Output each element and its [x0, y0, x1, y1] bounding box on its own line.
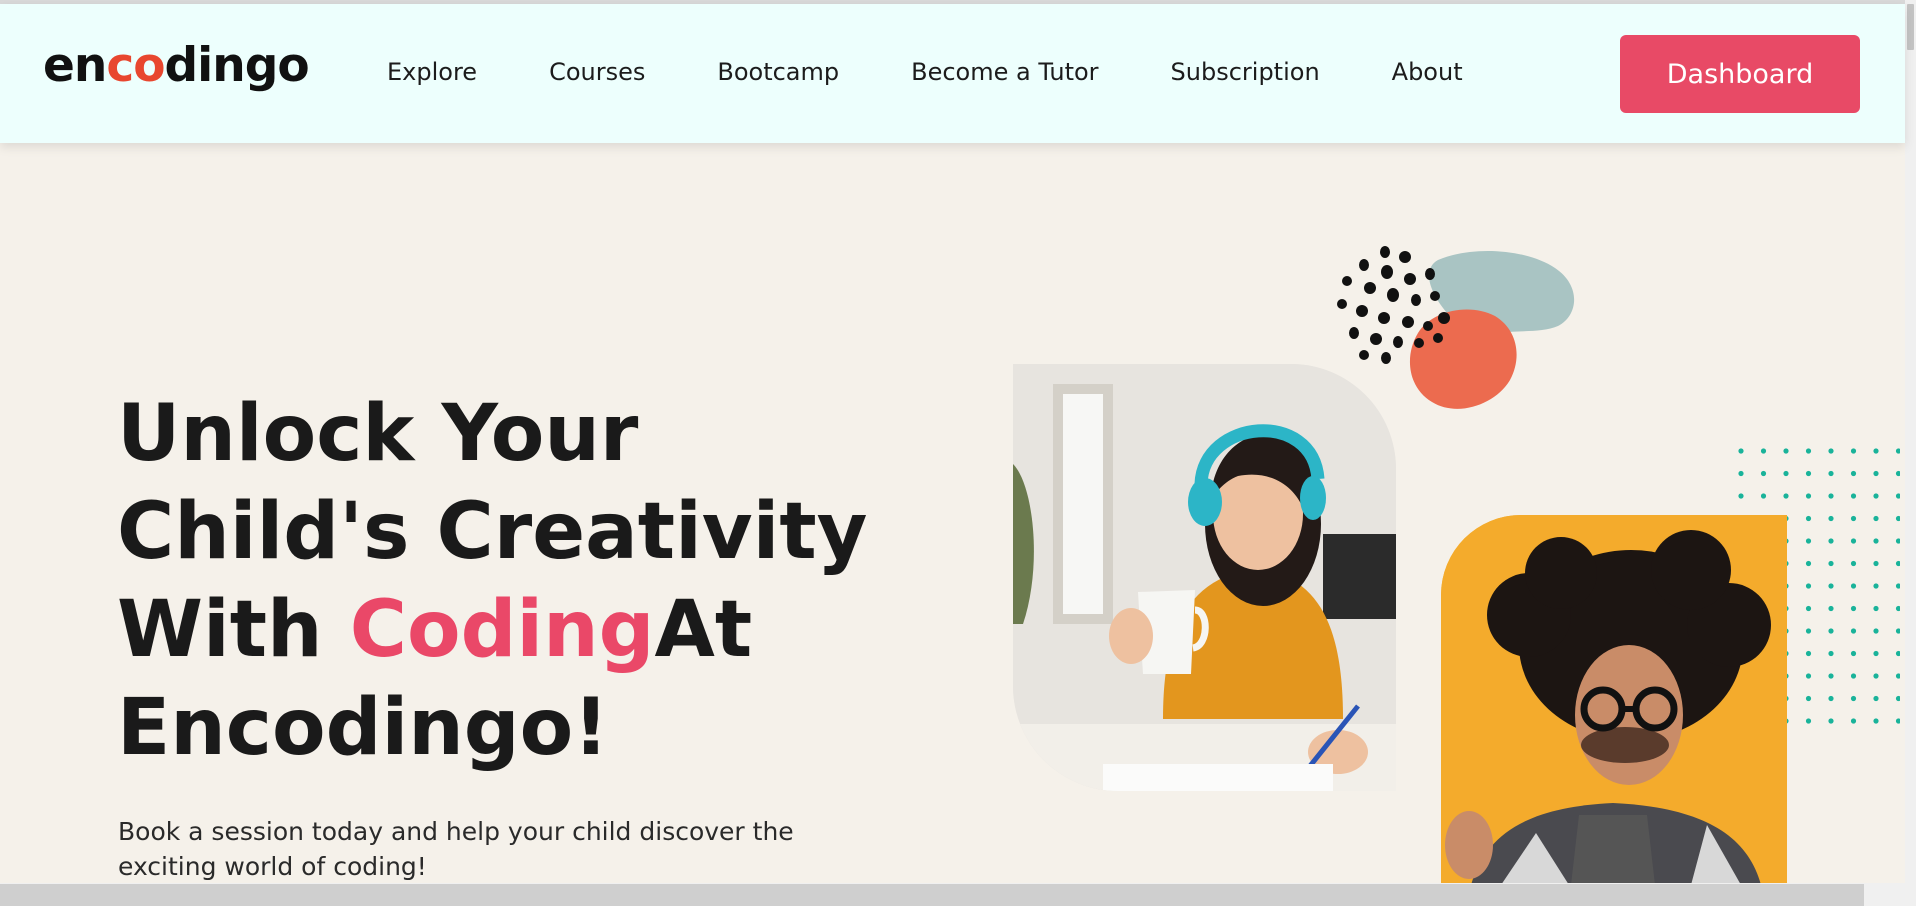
hero-subtitle: Book a session today and help your child… [118, 817, 794, 881]
curly-hair-man-image [1441, 515, 1787, 885]
nav-item-bootcamp[interactable]: Bootcamp [717, 58, 839, 86]
dashboard-button[interactable]: Dashboard [1620, 35, 1860, 113]
student-illustration-icon [1013, 364, 1396, 791]
nav-item-become-a-tutor[interactable]: Become a Tutor [911, 58, 1098, 86]
horizontal-scrollbar[interactable] [0, 883, 1905, 906]
nav-item-about[interactable]: About [1392, 58, 1463, 86]
nav-item-courses[interactable]: Courses [549, 58, 645, 86]
vertical-scrollbar-thumb[interactable] [1907, 4, 1914, 50]
hero-title-highlight: Coding [349, 585, 655, 675]
hero-title: Unlock Your Child's Creativity With Codi… [117, 385, 868, 777]
logo-prefix: en [43, 38, 107, 93]
vertical-scrollbar[interactable] [1905, 0, 1916, 906]
nav-item-subscription[interactable]: Subscription [1171, 58, 1320, 86]
main-nav: Explore Courses Bootcamp Become a Tutor … [387, 58, 1535, 86]
horizontal-scrollbar-thumb[interactable] [0, 884, 1864, 906]
nav-item-explore[interactable]: Explore [387, 58, 477, 86]
site-header: encodingo Explore Courses Bootcamp Becom… [0, 4, 1905, 143]
encodingo-logo[interactable]: encodingo [43, 42, 310, 89]
thinker-illustration-icon [1441, 515, 1787, 885]
hero-title-line3-suffix: At [654, 585, 753, 675]
logo-accent: co [106, 38, 165, 93]
logo-suffix: dingo [164, 38, 310, 93]
girl-with-headphones-image [1013, 364, 1396, 791]
hero-title-line3-prefix: With [117, 585, 350, 675]
hero-title-line4: Encodingo! [117, 683, 609, 773]
hero-title-line1: Unlock Your [117, 389, 639, 479]
hero-title-line2: Child's Creativity [117, 487, 868, 577]
